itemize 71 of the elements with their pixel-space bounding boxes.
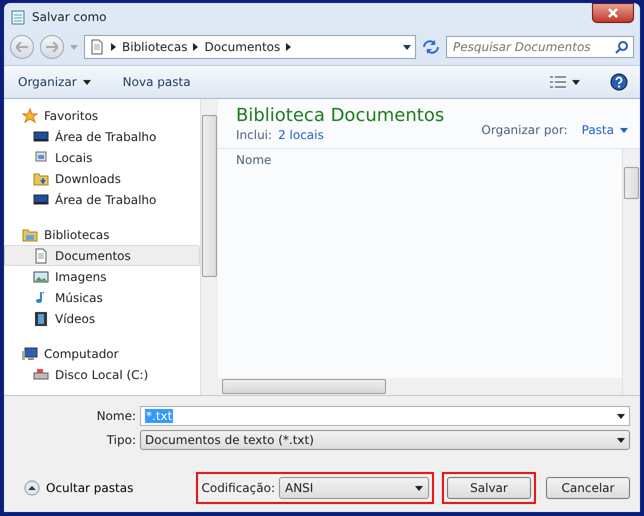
scrollbar[interactable] xyxy=(622,149,640,395)
history-caret-icon xyxy=(70,44,78,50)
star-icon xyxy=(22,108,38,124)
library-folder-icon xyxy=(22,226,38,242)
sidebar-item[interactable]: Músicas xyxy=(4,287,200,308)
document-icon xyxy=(33,248,49,264)
caret-icon xyxy=(82,80,91,84)
help-icon[interactable] xyxy=(610,73,628,91)
includes-label: Inclui: xyxy=(236,128,272,142)
save-button[interactable]: Salvar xyxy=(447,477,531,499)
sidebar-item[interactable]: Locais xyxy=(4,147,200,168)
cancel-button[interactable]: Cancelar xyxy=(546,477,630,499)
sidebar-section[interactable]: Favoritos xyxy=(4,105,200,126)
desktop-icon xyxy=(33,128,49,144)
name-label: Nome: xyxy=(96,409,136,423)
sidebar-section[interactable]: Computador xyxy=(4,343,200,364)
address-caret-icon xyxy=(403,44,411,50)
sidebar-item[interactable]: Documentos xyxy=(4,245,200,266)
caret-icon xyxy=(572,80,580,84)
desktop-icon xyxy=(33,192,49,208)
hide-folders-button[interactable]: Ocultar pastas xyxy=(14,480,196,496)
type-label: Tipo: xyxy=(106,433,136,447)
sidebar-section[interactable]: Bibliotecas xyxy=(4,224,200,245)
sidebar-item[interactable]: Área de Trabalho xyxy=(4,189,200,210)
search-icon xyxy=(615,40,629,54)
notepad-icon xyxy=(10,9,26,25)
arrange-label: Organizar por: xyxy=(481,123,568,137)
organize-menu[interactable]: Organizar xyxy=(16,73,93,91)
arrange-dropdown[interactable]: Pasta xyxy=(580,121,630,139)
new-folder-button[interactable]: Nova pasta xyxy=(120,73,193,91)
back-arrow-icon xyxy=(16,42,28,52)
chevron-icon xyxy=(193,43,198,51)
search-field[interactable]: Pesquisar Documentos xyxy=(446,36,634,58)
view-menu[interactable] xyxy=(548,74,582,90)
computer-icon xyxy=(22,346,38,362)
scrollbar[interactable] xyxy=(200,99,218,395)
encoding-dropdown[interactable]: ANSI xyxy=(279,477,429,499)
encoding-label: Codificação: xyxy=(201,481,275,495)
scrollbar[interactable] xyxy=(218,378,622,395)
address-bar[interactable]: Bibliotecas Documentos xyxy=(84,35,416,59)
column-header[interactable]: Nome xyxy=(218,149,290,171)
document-icon xyxy=(89,39,105,55)
drive-icon xyxy=(33,366,49,382)
sidebar-item[interactable]: Downloads xyxy=(4,168,200,189)
sidebar-item[interactable]: Disco Local (C:) xyxy=(4,364,200,385)
chevron-icon xyxy=(286,43,292,51)
sidebar-item[interactable]: Vídeos xyxy=(4,308,200,329)
file-type-dropdown[interactable]: Documentos de texto (*.txt) xyxy=(140,430,630,450)
library-title: Biblioteca Documentos xyxy=(236,105,444,126)
view-list-icon xyxy=(550,76,566,88)
refresh-icon[interactable] xyxy=(422,39,440,55)
forward-arrow-icon xyxy=(46,42,58,52)
forward-button[interactable] xyxy=(40,35,64,59)
caret-icon xyxy=(415,486,423,490)
download-folder-icon xyxy=(33,170,49,186)
picture-icon xyxy=(33,268,49,284)
caret-icon xyxy=(617,438,625,442)
collapse-icon xyxy=(24,480,40,496)
breadcrumb[interactable]: Bibliotecas xyxy=(122,40,188,54)
sidebar-item[interactable]: Área de Trabalho xyxy=(4,126,200,147)
caret-icon xyxy=(620,128,628,132)
film-icon xyxy=(33,310,49,326)
locations-link[interactable]: 2 locais xyxy=(278,128,324,142)
back-button[interactable] xyxy=(10,35,34,59)
close-icon xyxy=(608,8,618,18)
close-button[interactable] xyxy=(592,3,634,23)
breadcrumb[interactable]: Documentos xyxy=(204,40,280,54)
chevron-icon xyxy=(111,43,116,51)
caret-icon xyxy=(617,414,625,418)
window-title: Salvar como xyxy=(32,10,108,24)
sidebar-item[interactable]: Imagens xyxy=(4,266,200,287)
